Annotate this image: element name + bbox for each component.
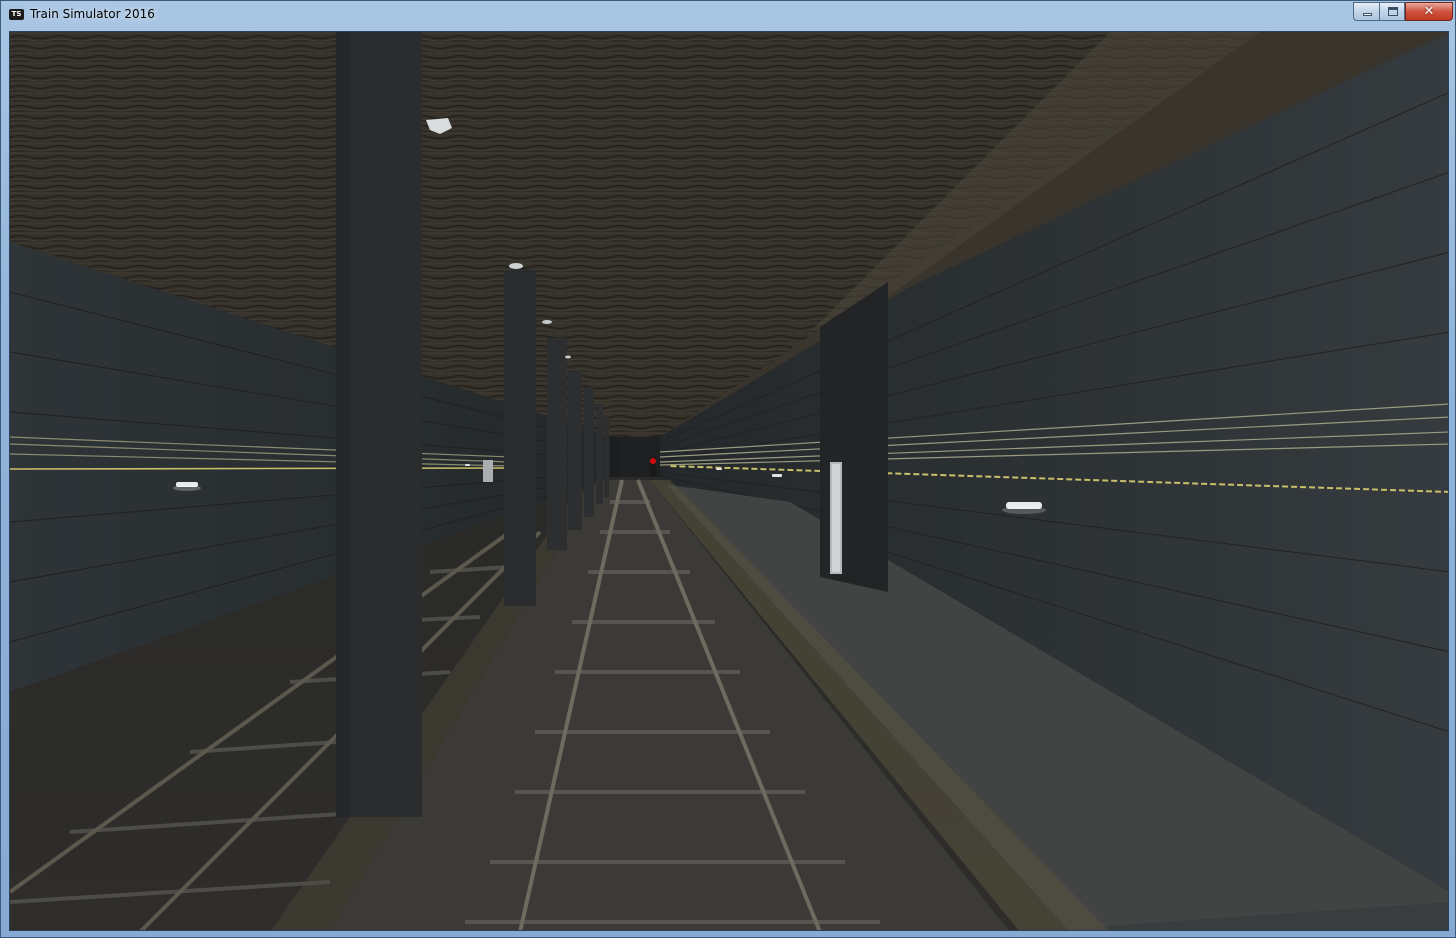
game-window: TS Train Simulator 2016 ✕ — [0, 0, 1456, 938]
minimize-icon — [1354, 3, 1379, 20]
tunnel-scene — [10, 32, 1448, 930]
app-icon[interactable]: TS — [9, 9, 24, 20]
column-2 — [504, 270, 536, 606]
left-wall-lamp-2 — [465, 464, 470, 466]
window-title: Train Simulator 2016 — [30, 7, 155, 21]
title-bar[interactable]: TS Train Simulator 2016 ✕ — [1, 1, 1455, 30]
ceiling-lamp-4 — [565, 355, 571, 359]
close-button[interactable]: ✕ — [1405, 2, 1453, 21]
column-7 — [604, 417, 609, 497]
close-icon: ✕ — [1423, 4, 1435, 19]
column-3 — [547, 338, 567, 550]
maximize-button[interactable] — [1379, 2, 1405, 21]
column-5 — [584, 387, 594, 517]
ceiling-lamp-2 — [509, 263, 523, 269]
column-6 — [596, 404, 603, 504]
red-signal-light — [650, 458, 656, 464]
game-viewport[interactable] — [9, 31, 1449, 931]
minimize-button[interactable] — [1353, 2, 1380, 21]
ceiling-lamp-3 — [542, 320, 552, 324]
wall-box — [483, 460, 493, 482]
right-wall-lamp-2 — [772, 474, 782, 477]
right-wall-lamp-3 — [716, 468, 722, 470]
left-yellow-cable — [10, 467, 511, 470]
maximize-icon — [1380, 3, 1404, 20]
column-4 — [568, 370, 582, 530]
